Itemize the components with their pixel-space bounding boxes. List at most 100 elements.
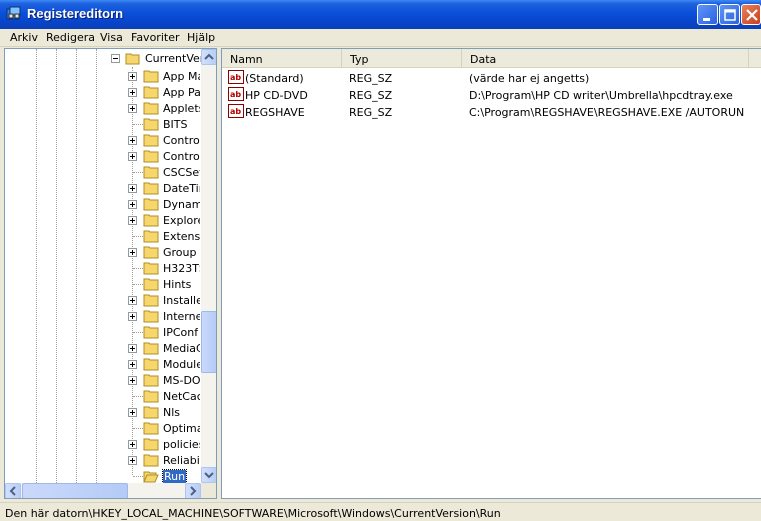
folder-icon	[143, 342, 159, 355]
scroll-down-button[interactable]	[201, 467, 216, 483]
close-button[interactable]	[741, 4, 761, 25]
folder-icon	[143, 86, 159, 99]
expand-toggle[interactable]	[128, 104, 137, 113]
expand-toggle[interactable]	[128, 376, 137, 385]
list-item[interactable]: ab (Standard) REG_SZ (värde har ej angetts)	[222, 70, 761, 87]
scroll-thumb-horizontal[interactable]	[22, 483, 128, 498]
folder-open-icon	[125, 53, 140, 65]
list-item[interactable]: ab REGSHAVE REG_SZ C:\Program\REGSHAVE\REGS…	[222, 104, 761, 121]
folder-icon	[143, 406, 159, 419]
tree-item[interactable]: Hints	[163, 278, 191, 291]
menu-visa[interactable]: Visa	[100, 31, 123, 44]
tree-item[interactable]: H323TS	[163, 262, 200, 275]
menu-bar: Arkiv Redigera Visa Favoriter Hjälp	[0, 29, 761, 47]
minimize-button[interactable]	[697, 4, 718, 25]
collapse-toggle[interactable]	[111, 54, 120, 63]
folder-icon	[143, 246, 159, 259]
expand-toggle[interactable]	[128, 184, 137, 193]
tree-item[interactable]: Control	[163, 134, 200, 147]
tree-item[interactable]: App Pa	[163, 86, 200, 99]
value-list[interactable]: Namn Typ Data ab (Standard) REG_SZ (värde h…	[221, 48, 761, 499]
expand-toggle[interactable]	[128, 72, 137, 81]
expand-toggle[interactable]	[128, 88, 137, 97]
tree-item[interactable]: Nls	[163, 406, 180, 419]
tree-guide-line	[36, 49, 37, 483]
scroll-up-button[interactable]	[201, 49, 216, 65]
tree-item[interactable]: Reliabili	[163, 454, 200, 467]
tree-item[interactable]: Run	[161, 469, 188, 484]
tree-item[interactable]: NetCac	[163, 390, 200, 403]
list-item[interactable]: ab HP CD-DVD REG_SZ D:\Program\HP CD writer…	[222, 87, 761, 104]
scroll-right-button[interactable]	[185, 483, 201, 498]
column-header-data[interactable]: Data	[462, 49, 749, 67]
svg-text:ab: ab	[230, 107, 241, 116]
tree-item[interactable]: IPConf	[163, 326, 198, 339]
tree-item[interactable]: Applets	[163, 102, 200, 115]
registry-editor-icon	[6, 6, 21, 20]
expand-toggle[interactable]	[128, 296, 137, 305]
scroll-left-button[interactable]	[5, 483, 21, 498]
tree-item[interactable]: Module	[163, 358, 200, 371]
minimize-icon	[703, 18, 710, 21]
menu-hjalp[interactable]: Hjälp	[187, 31, 215, 44]
status-path: Den här datorn\HKEY_LOCAL_MACHINE\SOFTWA…	[5, 507, 501, 520]
folder-icon	[143, 422, 159, 435]
expand-toggle[interactable]	[128, 360, 137, 369]
tree-item[interactable]: App Ma	[163, 70, 200, 83]
value-data: C:\Program\REGSHAVE\REGSHAVE.EXE /AUTORU…	[469, 106, 745, 119]
tree-item[interactable]: Control	[163, 150, 200, 163]
folder-icon	[143, 118, 159, 131]
chevron-left-icon	[9, 486, 16, 496]
expand-toggle[interactable]	[128, 456, 137, 465]
folder-icon	[143, 294, 159, 307]
tree-item[interactable]: Group P	[163, 246, 200, 259]
expand-toggle[interactable]	[128, 408, 137, 417]
expand-toggle[interactable]	[128, 136, 137, 145]
tree-item[interactable]: Installe	[163, 294, 200, 307]
folder-icon	[143, 358, 159, 371]
folder-icon	[143, 262, 159, 275]
list-header: Namn Typ Data	[222, 49, 761, 68]
column-header-name[interactable]: Namn	[222, 49, 342, 67]
tree-vertical-scrollbar[interactable]	[201, 49, 216, 483]
tree-item[interactable]: policies	[163, 438, 200, 451]
folder-icon	[143, 374, 159, 387]
folder-icon	[143, 182, 159, 195]
chevron-down-icon	[204, 472, 214, 479]
expand-toggle[interactable]	[128, 152, 137, 161]
tree-item[interactable]: DateTin	[163, 182, 200, 195]
expand-toggle[interactable]	[128, 440, 137, 449]
expand-toggle[interactable]	[128, 200, 137, 209]
folder-icon	[143, 390, 159, 403]
tree-item[interactable]: BITS	[163, 118, 188, 131]
tree-item[interactable]: Extensi	[163, 230, 200, 243]
value-name: HP CD-DVD	[245, 89, 308, 102]
expand-toggle[interactable]	[128, 248, 137, 257]
expand-toggle[interactable]	[128, 312, 137, 321]
tree-horizontal-scrollbar[interactable]	[5, 483, 201, 498]
tree-guide-line	[96, 49, 97, 483]
tree-item[interactable]: Optima	[163, 422, 200, 435]
tree-item[interactable]: CSCSet	[163, 166, 200, 179]
expand-toggle[interactable]	[128, 344, 137, 353]
menu-redigera[interactable]: Redigera	[46, 31, 95, 44]
menu-arkiv[interactable]: Arkiv	[10, 31, 38, 44]
key-tree[interactable]: CurrentVer App Ma App Pa Applets BITS Contro…	[4, 48, 217, 499]
tree-item[interactable]: Interne	[163, 310, 200, 323]
tree-item[interactable]: Explore	[163, 214, 200, 227]
scroll-thumb[interactable]	[201, 311, 216, 373]
folder-icon	[143, 102, 159, 115]
title-bar[interactable]: Registereditorn	[0, 0, 761, 29]
maximize-button[interactable]	[719, 4, 740, 25]
folder-icon	[143, 326, 159, 339]
expand-toggle[interactable]	[128, 216, 137, 225]
column-header-type[interactable]: Typ	[342, 49, 462, 67]
tree-item-currentversion[interactable]: CurrentVer	[145, 52, 201, 65]
tree-item[interactable]: MS-DOS	[163, 374, 200, 387]
folder-icon	[143, 454, 159, 467]
tree-item[interactable]: MediaC	[163, 342, 200, 355]
string-value-icon: ab	[228, 104, 244, 118]
window-title: Registereditorn	[27, 6, 124, 21]
menu-favoriter[interactable]: Favoriter	[131, 31, 179, 44]
tree-item[interactable]: Dynami	[163, 198, 200, 211]
